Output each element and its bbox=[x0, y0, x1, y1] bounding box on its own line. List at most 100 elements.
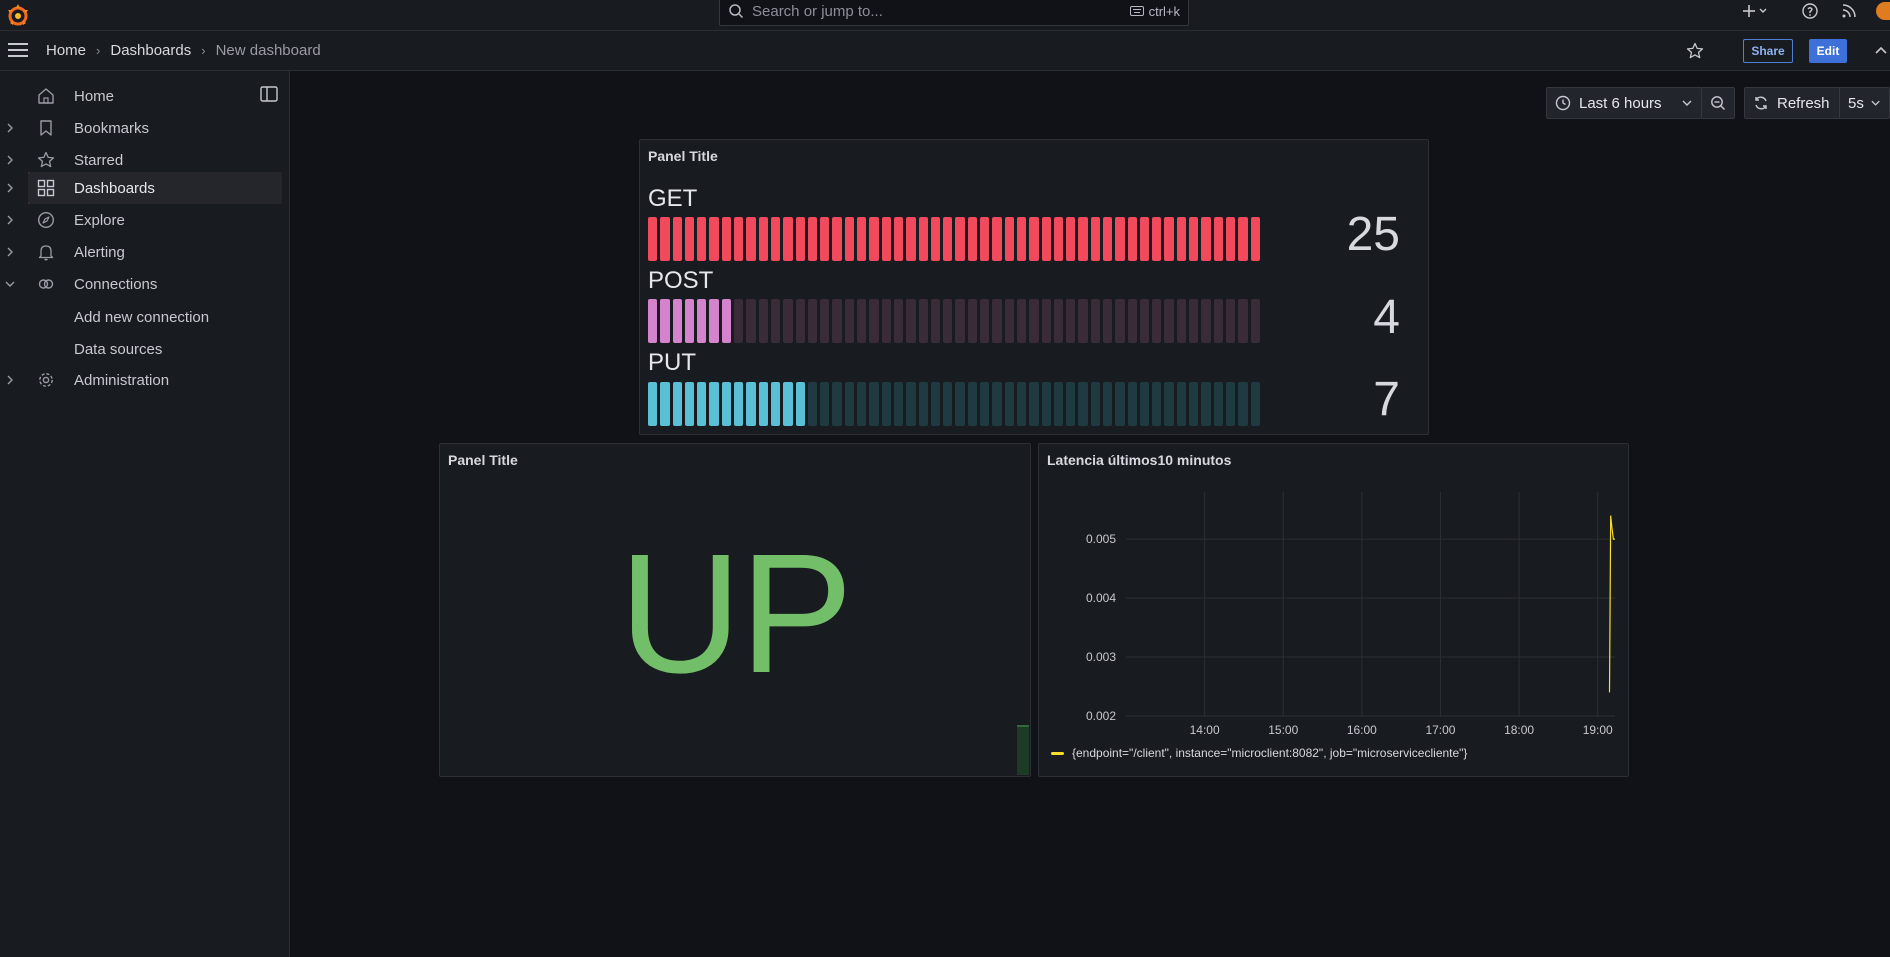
keyboard-icon bbox=[1129, 6, 1144, 16]
sidebar-item-label: Bookmarks bbox=[74, 119, 150, 137]
stat-value: UP bbox=[618, 519, 853, 709]
bar-gauge-cell bbox=[943, 382, 953, 426]
chevron-right-icon[interactable] bbox=[4, 246, 16, 258]
bar-gauge-cell bbox=[1053, 299, 1064, 343]
bar-gauge-cell bbox=[1225, 299, 1236, 343]
bar-gauge-cell bbox=[709, 382, 719, 426]
chevron-right-icon[interactable] bbox=[4, 214, 16, 226]
zoom-out-button[interactable] bbox=[1701, 87, 1735, 119]
breadcrumb-current: New dashboard bbox=[215, 42, 321, 59]
chevron-up-icon[interactable] bbox=[1873, 43, 1889, 59]
news-button[interactable] bbox=[1840, 0, 1858, 22]
sidebar-item-dashboards[interactable]: Dashboards bbox=[28, 172, 282, 204]
panel-title[interactable]: Panel Title bbox=[648, 148, 718, 164]
chevron-down-icon bbox=[1871, 100, 1880, 106]
bar-gauge-panel[interactable]: Panel Title GET 25 POST 4 PUT 7 bbox=[639, 139, 1429, 435]
help-button[interactable] bbox=[1801, 0, 1819, 22]
search-bar[interactable]: Search or jump to... ctrl+k bbox=[719, 0, 1189, 26]
bar-gauge-cell bbox=[1139, 382, 1150, 426]
bar-gauge-cell bbox=[1090, 217, 1100, 261]
bar-gauge-value-post: 4 bbox=[1373, 291, 1400, 344]
edit-button[interactable]: Edit bbox=[1809, 39, 1847, 63]
bar-gauge-cell bbox=[1225, 382, 1236, 426]
bar-gauge-cell bbox=[746, 217, 756, 261]
bar-gauge-cell bbox=[672, 217, 682, 261]
bar-gauge-cell bbox=[992, 217, 1002, 261]
time-range-picker[interactable]: Last 6 hours bbox=[1546, 87, 1702, 119]
bar-gauge-cell bbox=[1029, 299, 1039, 343]
bar-gauge-cell bbox=[967, 299, 978, 343]
chevron-down-icon bbox=[1682, 100, 1692, 106]
bar-gauge-cell bbox=[1213, 217, 1223, 261]
bar-gauge-label-post: POST bbox=[648, 267, 714, 294]
bar-gauge-cell bbox=[807, 217, 818, 261]
grafana-logo-icon[interactable] bbox=[4, 1, 32, 29]
bar-gauge-cell bbox=[992, 382, 1002, 426]
share-button[interactable]: Share bbox=[1743, 39, 1793, 63]
breadcrumb-dashboards[interactable]: Dashboards bbox=[110, 42, 191, 59]
panel-title[interactable]: Panel Title bbox=[448, 452, 518, 468]
bar-gauge-cell bbox=[758, 382, 768, 426]
bar-gauge-cell bbox=[795, 299, 805, 343]
sidebar-item-alerting[interactable]: Alerting bbox=[0, 236, 282, 268]
search-icon bbox=[729, 4, 744, 19]
bar-gauge-cell bbox=[734, 382, 744, 426]
latency-chart[interactable]: 14:00 15:00 16:00 17:00 18:00 19:00 0.002 0.003… bbox=[1039, 444, 1630, 734]
bar-gauge-cell bbox=[1016, 217, 1027, 261]
bar-gauge-cell bbox=[1250, 299, 1260, 343]
bar-gauge-cell bbox=[1115, 299, 1125, 343]
bar-gauge-cell bbox=[1102, 217, 1113, 261]
bar-gauge-cell bbox=[1238, 217, 1248, 261]
top-bar: Search or jump to... ctrl+k bbox=[0, 0, 1890, 31]
sidebar-item-bookmarks[interactable]: Bookmarks bbox=[0, 112, 282, 144]
refresh-interval-picker[interactable]: 5s bbox=[1839, 87, 1890, 119]
bar-gauge-cell bbox=[930, 299, 941, 343]
timeseries-panel[interactable]: Latencia últimos10 minutos 14:00 15:00 16:… bbox=[1038, 443, 1629, 777]
chevron-right-icon[interactable] bbox=[4, 154, 16, 166]
bar-gauge-cell bbox=[770, 299, 781, 343]
sidebar-item-administration[interactable]: Administration bbox=[0, 364, 282, 396]
bookmark-icon bbox=[40, 120, 52, 136]
bar-gauge-cell bbox=[943, 217, 953, 261]
bar-gauge-cell bbox=[1041, 382, 1051, 426]
legend-series-name[interactable]: {endpoint="/client", instance="microclie… bbox=[1072, 746, 1467, 760]
bar-gauge-cell bbox=[955, 299, 965, 343]
bar-gauge-cell bbox=[820, 217, 830, 261]
new-button[interactable] bbox=[1740, 0, 1772, 22]
breadcrumb-home[interactable]: Home bbox=[46, 42, 86, 59]
bar-gauge-label-get: GET bbox=[648, 185, 698, 212]
chevron-right-icon[interactable] bbox=[4, 122, 16, 134]
bar-gauge-cell bbox=[1176, 217, 1187, 261]
sidebar-subitem-data-sources[interactable]: Data sources bbox=[74, 341, 162, 358]
bar-gauge-cell bbox=[648, 382, 658, 426]
sidebar-item-label: Home bbox=[74, 87, 115, 105]
sidebar: Home Bookmarks Starred Dashboards Explor… bbox=[0, 71, 290, 957]
x-tick-label: 16:00 bbox=[1347, 723, 1377, 734]
menu-icon[interactable] bbox=[8, 42, 28, 58]
bar-gauge-cell bbox=[980, 217, 990, 261]
star-icon[interactable] bbox=[1686, 42, 1704, 60]
sidebar-item-home[interactable]: Home bbox=[0, 80, 282, 112]
sidebar-subitem-add-new-connection[interactable]: Add new connection bbox=[74, 309, 209, 326]
sidebar-item-explore[interactable]: Explore bbox=[0, 204, 282, 236]
bar-gauge-cell bbox=[1115, 217, 1125, 261]
bar-gauge-cell bbox=[697, 299, 707, 343]
refresh-button[interactable]: Refresh bbox=[1744, 87, 1840, 119]
user-avatar[interactable] bbox=[1876, 2, 1890, 20]
stat-panel[interactable]: Panel Title UP bbox=[439, 443, 1031, 777]
bar-gauge-cell bbox=[893, 217, 904, 261]
bar-gauge-cell bbox=[697, 382, 707, 426]
bar-gauge-cell bbox=[1189, 382, 1199, 426]
time-range-label: Last 6 hours bbox=[1579, 94, 1662, 112]
chevron-down-icon[interactable] bbox=[4, 278, 16, 290]
chevron-right-icon[interactable] bbox=[4, 182, 16, 194]
bar-gauge-cell bbox=[1164, 382, 1174, 426]
sidebar-item-connections[interactable]: Connections bbox=[0, 268, 282, 300]
bar-gauge-cell bbox=[1102, 382, 1113, 426]
bar-gauge-cell bbox=[893, 382, 904, 426]
chart-legend[interactable]: {endpoint="/client", instance="microclie… bbox=[1051, 746, 1467, 760]
chevron-right-icon[interactable] bbox=[4, 374, 16, 386]
bar-gauge-cell bbox=[906, 382, 916, 426]
bar-gauge-cell bbox=[1029, 217, 1039, 261]
series-line bbox=[1608, 515, 1615, 693]
